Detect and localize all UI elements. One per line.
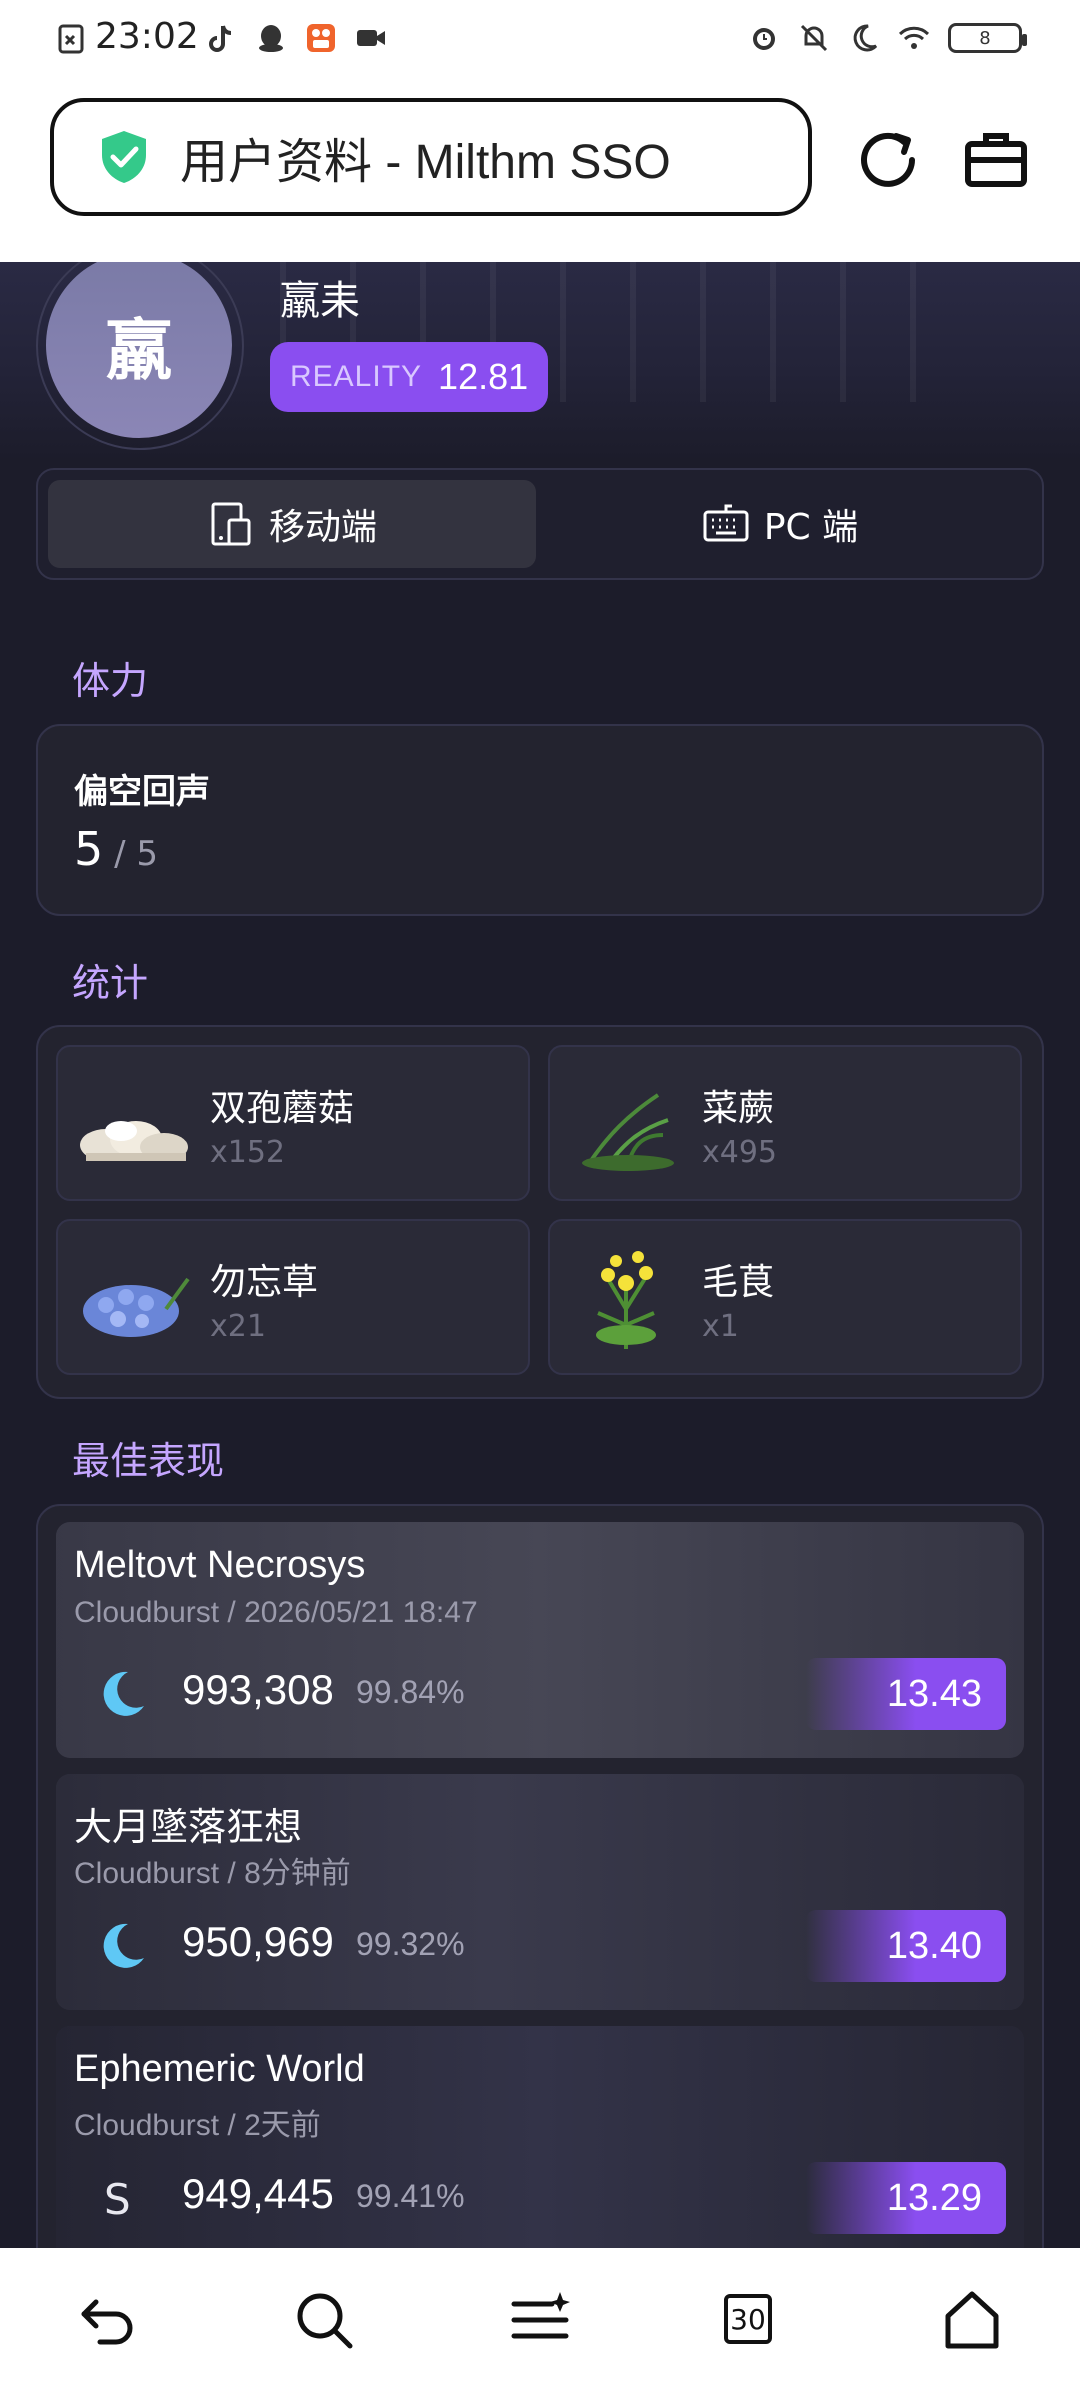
status-app-icons [205, 22, 387, 54]
song-title: Ephemeric World [74, 2048, 365, 2090]
stat-tile-forget-me-not: 勿忘草 x21 [56, 1219, 530, 1375]
alarm-icon [753, 28, 775, 50]
score-value: 993,308 [182, 1666, 334, 1713]
moon-icon [853, 24, 878, 52]
score-accuracy: 99.41% [356, 2178, 465, 2214]
toolbox-icon[interactable] [960, 124, 1032, 196]
username: 羸耒 [280, 278, 360, 324]
bottom-nav: 30 [0, 2248, 1080, 2400]
back-icon[interactable] [76, 2288, 140, 2352]
stat-count: x1 [702, 1309, 739, 1344]
bell-off-icon [800, 24, 828, 52]
browser-toolbar: 用户资料 - Milthm SSO [0, 86, 1080, 262]
score-value: 950,969 [182, 1918, 334, 1965]
url-title: 用户资料 - Milthm SSO [180, 136, 671, 189]
shield-check-icon [102, 131, 146, 183]
song-sub: Cloudburst / 8分钟前 [74, 1857, 351, 1890]
qq-icon [259, 25, 283, 52]
stat-count: x152 [210, 1135, 286, 1170]
stat-name: 毛茛 [702, 1262, 775, 1303]
score-row[interactable]: 大月墜落狂想 Cloudburst / 8分钟前 950,969 99.32% … [56, 1774, 1024, 2010]
mobile-device-icon [211, 502, 251, 546]
status-right-icons: 8 [748, 22, 1027, 54]
keyboard-icon [703, 504, 749, 542]
stat-count: x495 [702, 1135, 778, 1170]
stat-tile-buttercup: 毛茛 x1 [548, 1219, 1022, 1375]
stat-name: 勿忘草 [210, 1262, 319, 1303]
image-error-icon [58, 24, 84, 54]
battery-icon: 8 [948, 23, 1027, 53]
mushroom-icon [80, 1121, 188, 1161]
tabs-icon[interactable]: 30 [724, 2294, 772, 2344]
reality-badge: REALITY 12.81 [270, 342, 549, 412]
best-section-title: 最佳表现 [72, 1439, 225, 1483]
tiktok-icon [209, 25, 232, 52]
stamina-card: 偏空回声 5 / 5 [36, 724, 1044, 916]
reality-value: 12.81 [438, 356, 529, 397]
status-left-icons [56, 22, 88, 54]
stat-tile-mushroom: 双孢蘑菇 x152 [56, 1045, 530, 1201]
score-row[interactable]: Ephemeric World Cloudburst / 2天前 S 949,4… [56, 2026, 1024, 2248]
buttercup-icon [596, 1251, 656, 1349]
forget-me-not-icon [83, 1277, 190, 1337]
stat-name: 双孢蘑菇 [210, 1088, 355, 1129]
stats-card: 双孢蘑菇 x152 菜蕨 x495 勿忘草 x21 毛茛 x1 [36, 1025, 1044, 1399]
song-title: Meltovt Necrosys [74, 1544, 366, 1586]
profile-header: 羸 羸耒 REALITY 12.81 [0, 262, 1080, 462]
stat-tile-fern: 菜蕨 x495 [548, 1045, 1022, 1201]
song-title: 大月墜落狂想 [74, 1807, 303, 1849]
status-time: 23:02 [95, 16, 199, 57]
platform-switcher: 移动端 PC 端 [36, 468, 1044, 580]
status-bar: 23:02 8 [0, 0, 1080, 86]
url-bar[interactable]: 用户资料 - Milthm SSO [50, 98, 812, 216]
score-row[interactable]: Meltovt Necrosys Cloudburst / 2026/05/21… [56, 1522, 1024, 1758]
tab-mobile[interactable]: 移动端 [48, 480, 536, 568]
page-content[interactable]: 羸 羸耒 REALITY 12.81 移动端 PC 端 体力 偏空回声 5 / … [0, 262, 1080, 2248]
grade-letter: S [104, 2175, 131, 2224]
stat-count: x21 [210, 1309, 266, 1344]
song-sub: Cloudburst / 2026/05/21 18:47 [74, 1596, 478, 1629]
stats-section-title: 统计 [72, 961, 149, 1005]
search-icon[interactable] [292, 2288, 356, 2352]
score-accuracy: 99.84% [356, 1674, 465, 1710]
app-icon [307, 24, 335, 52]
rating-pill: 13.29 [806, 2162, 1006, 2234]
best-card: Meltovt Necrosys Cloudburst / 2026/05/21… [36, 1504, 1044, 2248]
score-accuracy: 99.32% [356, 1926, 465, 1962]
song-sub: Cloudburst / 2天前 [74, 2109, 321, 2142]
rating-pill: 13.40 [806, 1910, 1006, 1982]
moon-grade-icon [103, 1671, 144, 1716]
stamina-max: / 5 [103, 834, 158, 874]
stat-name: 菜蕨 [702, 1088, 775, 1129]
stamina-current: 5 [74, 822, 104, 876]
moon-grade-icon [103, 1923, 144, 1968]
stamina-name: 偏空回声 [74, 772, 210, 812]
stamina-section-title: 体力 [72, 659, 149, 703]
menu-icon[interactable] [508, 2288, 572, 2352]
tab-mobile-label: 移动端 [268, 507, 377, 548]
fern-icon [582, 1093, 674, 1171]
reality-label: REALITY [290, 360, 423, 393]
score-value: 949,445 [182, 2170, 334, 2217]
tab-pc-label: PC 端 [763, 507, 859, 548]
rating-pill: 13.43 [806, 1658, 1006, 1730]
stamina-value: 5 / 5 [74, 822, 158, 876]
video-icon [357, 30, 385, 46]
home-icon[interactable] [940, 2288, 1004, 2352]
wifi-icon [898, 26, 930, 49]
refresh-icon[interactable] [852, 124, 924, 196]
s-grade-icon: S [104, 2175, 131, 2224]
tab-pc[interactable]: PC 端 [536, 480, 1024, 568]
